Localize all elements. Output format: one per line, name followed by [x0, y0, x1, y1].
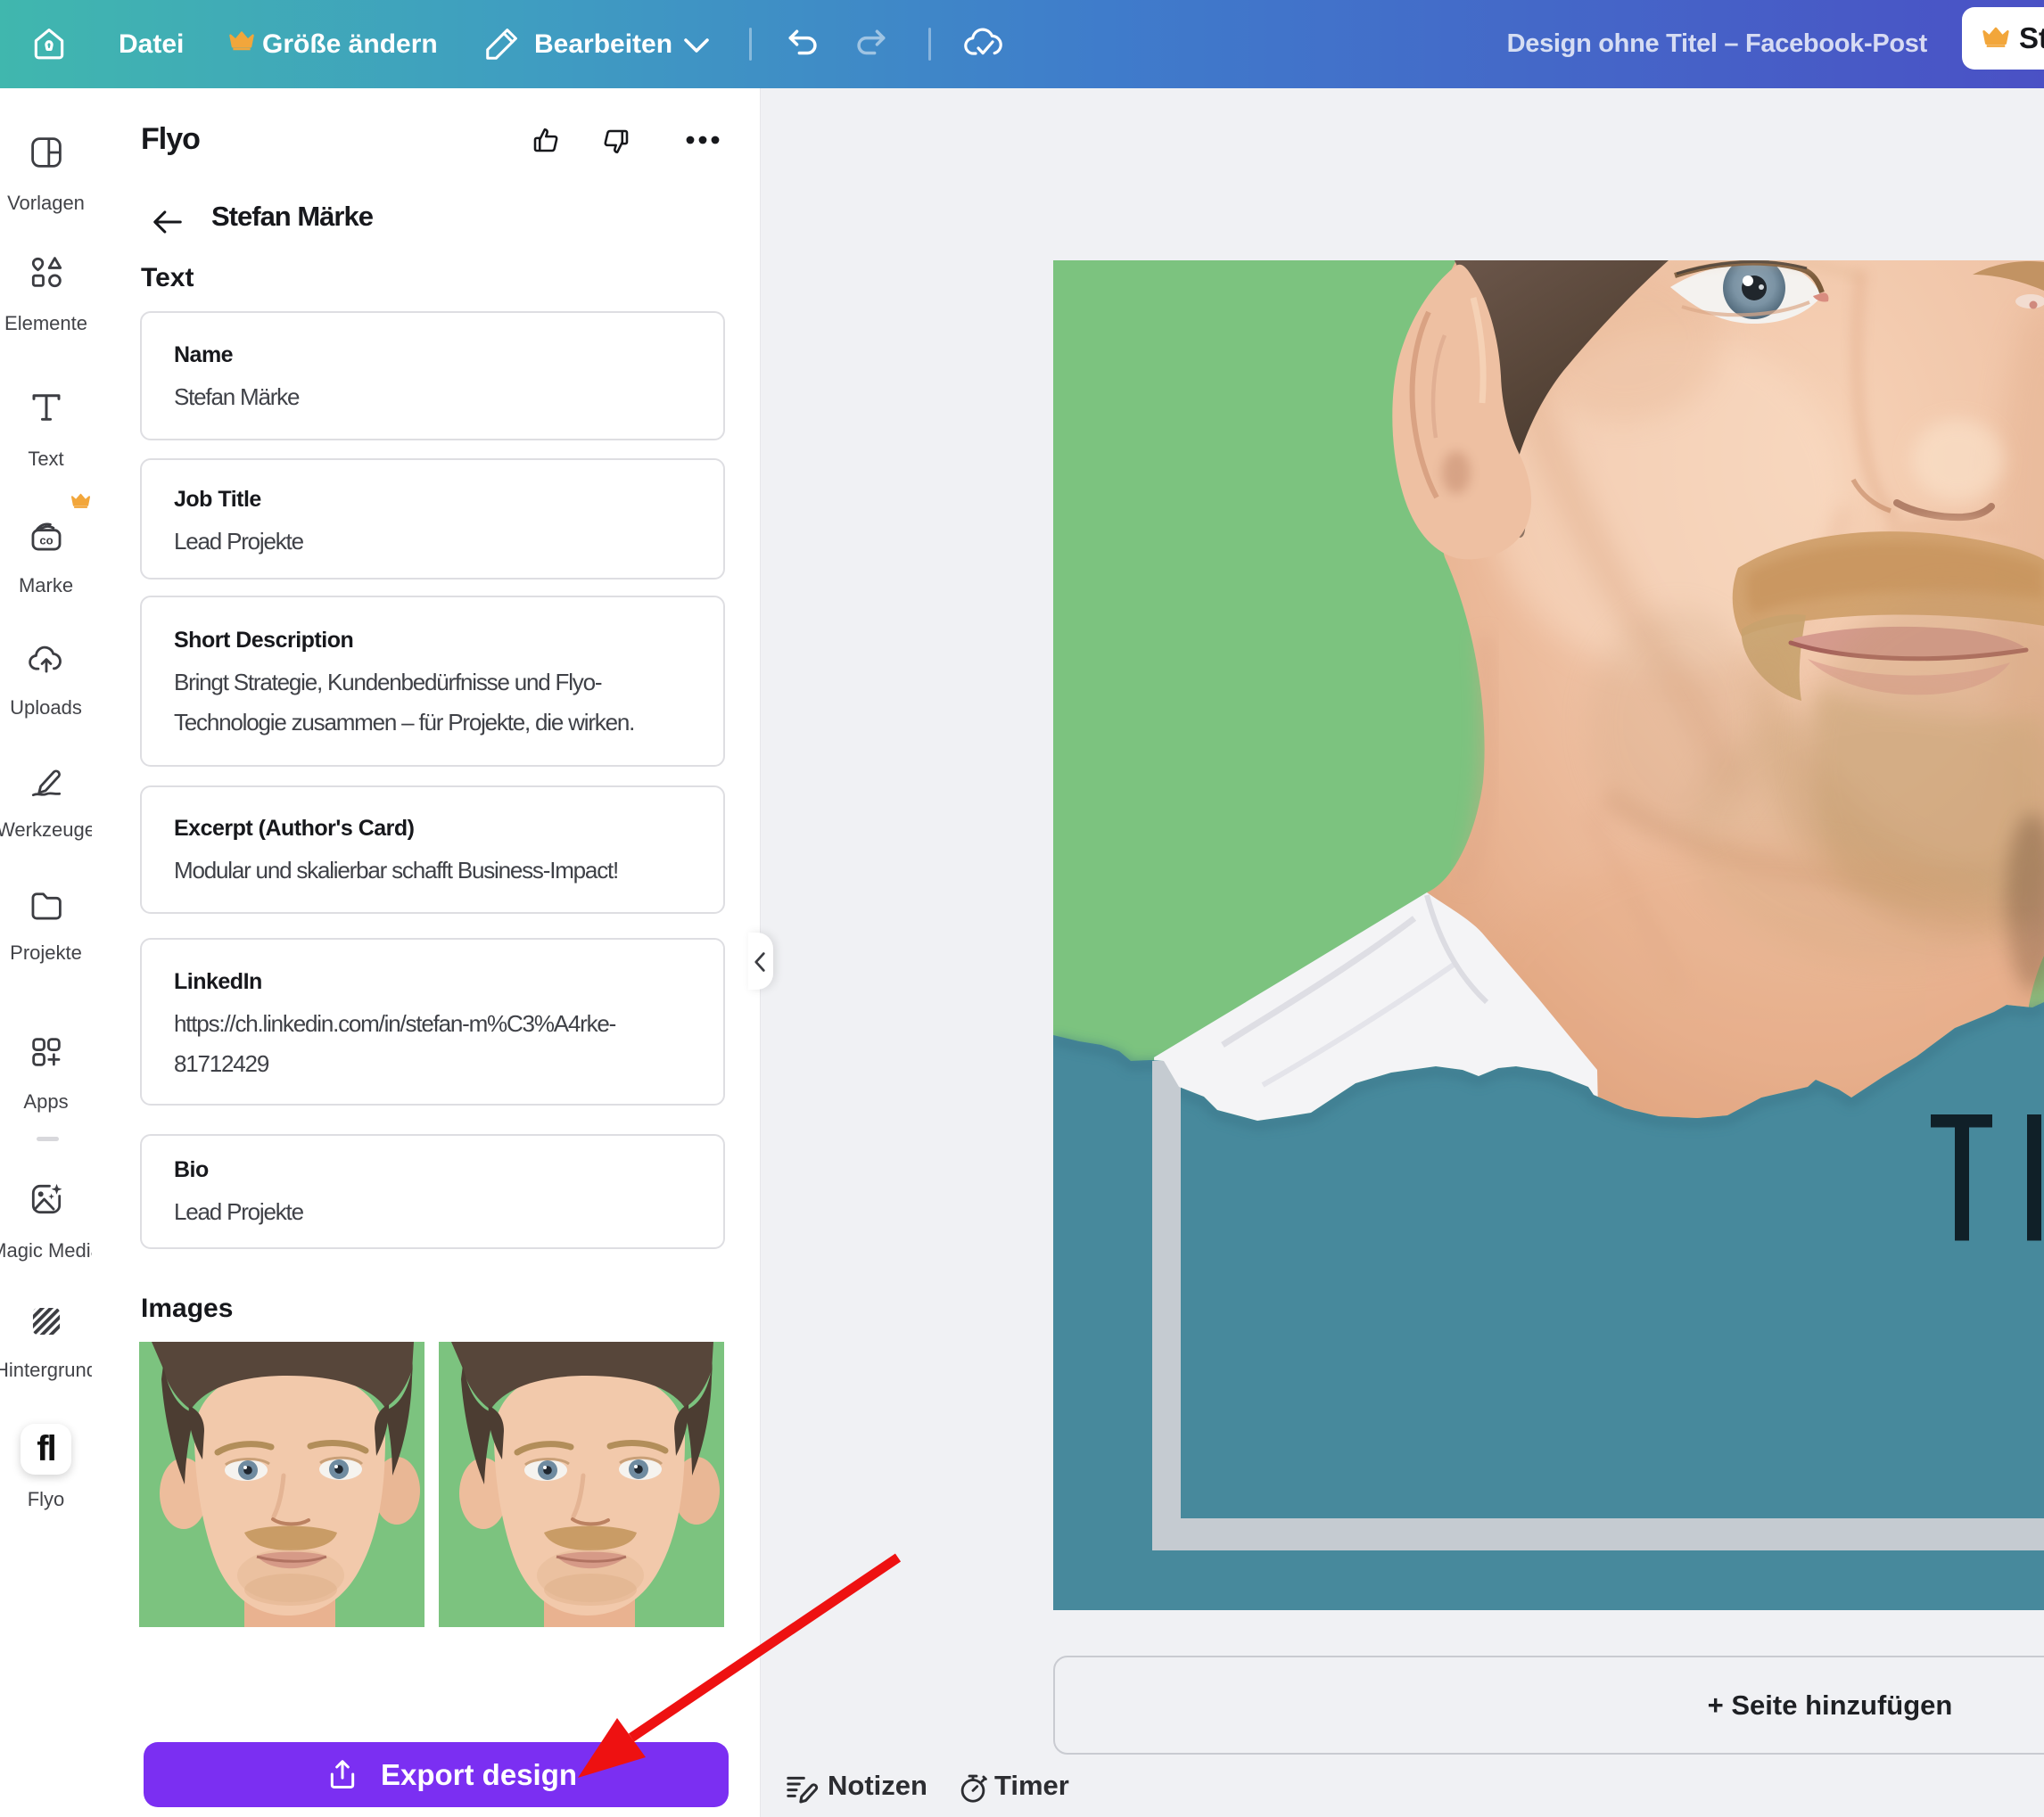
svg-text:co: co: [39, 533, 53, 547]
